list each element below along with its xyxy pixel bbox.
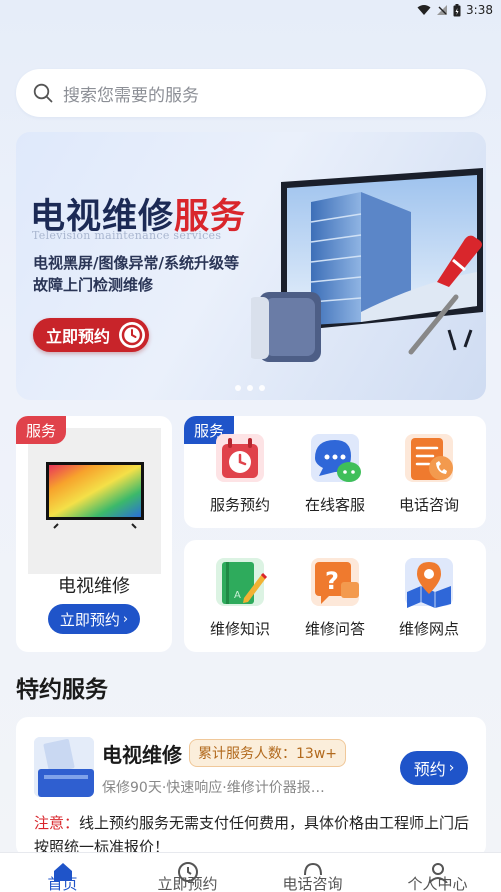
grid-item-repair-qa[interactable]: ? 维修问答	[289, 554, 381, 639]
map-pin-icon	[401, 554, 457, 610]
service-tag: 服务	[16, 416, 67, 444]
search-placeholder: 搜索您需要的服务	[63, 85, 199, 106]
banner-book-button[interactable]: 立即预约	[33, 318, 149, 352]
section-title: 特约服务	[16, 677, 108, 703]
tv-card-book-button[interactable]: 立即预约 ›	[48, 604, 140, 634]
tab-profile[interactable]: 个人中心	[375, 853, 500, 892]
grid-item-repair-outlets[interactable]: 维修网点	[383, 554, 475, 639]
tv-repair-illustration	[251, 168, 483, 362]
no-signal-icon	[437, 5, 448, 15]
search-icon	[33, 83, 53, 103]
tv-image	[28, 428, 161, 574]
grid-item-phone-consult[interactable]: 电话咨询	[383, 430, 475, 515]
chevron-right-icon: ›	[448, 760, 455, 776]
banner-subtitle-en: Television maintenance services	[32, 229, 222, 242]
chat-bubble-icon	[307, 430, 363, 486]
grid-item-booking[interactable]: 服务预约	[194, 430, 286, 515]
service-description: 保修90天·快速响应·维修计价器报…	[102, 780, 325, 796]
search-bar[interactable]: 搜索您需要的服务	[16, 69, 486, 117]
grid-item-label: 在线客服	[304, 496, 365, 514]
status-time: 3:38	[466, 3, 493, 17]
clock-icon	[119, 322, 145, 348]
special-service-card[interactable]: 电视维修 累计服务人数：13w+ 保修90天·快速响应·维修计价器报… 预约 › …	[16, 717, 486, 857]
service-thumbnail	[34, 737, 94, 797]
knowledge-grid-card: A 维修知识 ? 维修问答 维修网点	[184, 540, 486, 652]
tab-book-now[interactable]: 立即预约	[125, 853, 250, 892]
book-pencil-icon: A	[212, 554, 268, 610]
service-name: 电视维修	[102, 743, 182, 767]
served-count-badge: 累计服务人数：13w+	[189, 739, 346, 767]
grid-item-label: 维修知识	[209, 620, 270, 638]
chevron-right-icon: ›	[122, 611, 129, 627]
grid-item-label: 电话咨询	[398, 496, 459, 514]
wifi-icon	[417, 5, 431, 15]
battery-icon	[453, 3, 461, 16]
tab-home[interactable]: 首页	[0, 853, 125, 892]
tv-repair-card[interactable]: 服务 电视维修 立即预约 ›	[16, 416, 172, 652]
service-grid-card: 服务 服务预约 在线客服 电话咨询	[184, 416, 486, 528]
grid-item-online-service[interactable]: 在线客服	[289, 430, 381, 515]
grid-item-label: 服务预约	[209, 496, 270, 514]
question-chat-icon: ?	[307, 554, 363, 610]
calendar-clock-icon	[212, 430, 268, 486]
phone-document-icon	[401, 430, 457, 486]
grid-item-repair-knowledge[interactable]: A 维修知识	[194, 554, 286, 639]
svg-text:A: A	[234, 590, 241, 601]
promo-banner[interactable]: 电视维修服务 Television maintenance services 电…	[16, 132, 486, 400]
carousel-dots[interactable]	[235, 385, 265, 391]
grid-item-label: 维修网点	[398, 620, 459, 638]
service-book-button[interactable]: 预约 ›	[400, 751, 468, 785]
grid-item-label: 维修问答	[304, 620, 365, 638]
banner-description: 电视黑屏/图像异常/系统升级等 故障上门检测维修	[33, 254, 239, 294]
svg-text:?: ?	[325, 567, 339, 595]
status-bar: 3:38	[0, 0, 501, 22]
tv-card-name: 电视维修	[58, 576, 130, 597]
bottom-tab-bar: 首页 立即预约 电话咨询 个人中心	[0, 852, 501, 892]
tab-phone-consult[interactable]: 电话咨询	[250, 853, 375, 892]
